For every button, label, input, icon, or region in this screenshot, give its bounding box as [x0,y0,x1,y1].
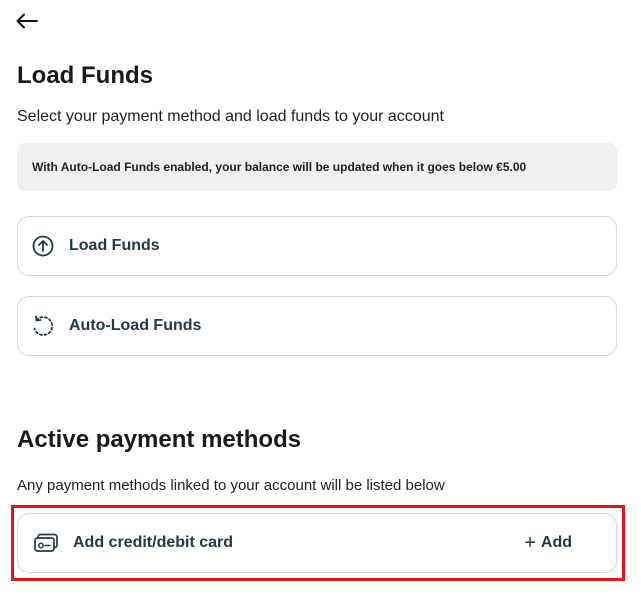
back-button[interactable] [14,9,40,33]
load-funds-option-label: Load Funds [69,237,160,254]
page-subtitle: Select your payment method and load fund… [17,108,444,125]
auto-load-funds-option[interactable]: Auto-Load Funds [17,296,617,356]
credit-card-icon [33,532,59,554]
arrow-left-icon [16,13,38,29]
add-credit-debit-card-row[interactable]: Add credit/debit card + Add [17,513,617,573]
add-card-label: Add credit/debit card [73,534,234,551]
payment-methods-subtitle: Any payment methods linked to your accou… [17,477,445,494]
plus-icon: + [524,532,536,554]
auto-load-info-banner: With Auto-Load Funds enabled, your balan… [17,143,617,191]
refresh-dotted-icon [32,315,54,337]
page-title: Load Funds [17,62,153,89]
load-funds-option[interactable]: Load Funds [17,216,617,276]
arrow-up-circle-icon [32,235,54,257]
add-card-button[interactable]: + Add [524,533,572,553]
auto-load-funds-option-label: Auto-Load Funds [69,317,202,334]
payment-methods-title: Active payment methods [17,426,302,453]
add-card-button-label: Add [540,534,572,551]
info-banner-text: With Auto-Load Funds enabled, your balan… [32,160,527,174]
